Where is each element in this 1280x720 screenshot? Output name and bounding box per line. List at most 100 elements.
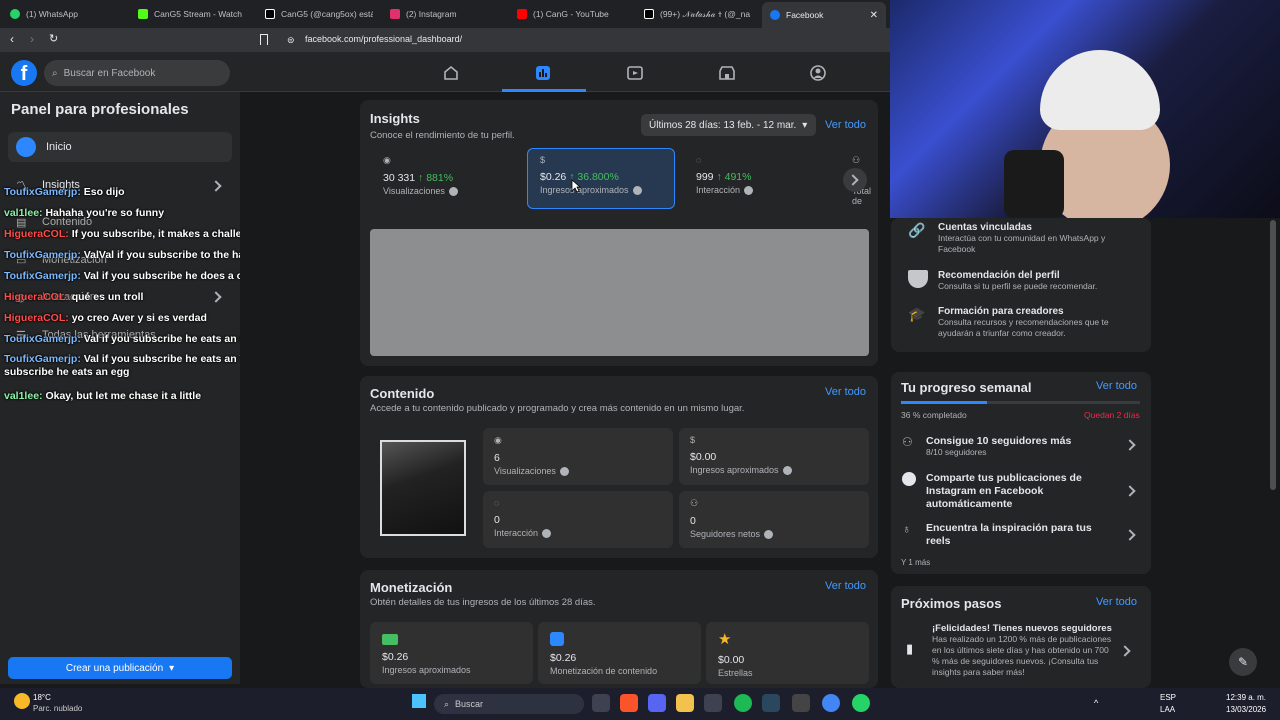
bookmark-icon[interactable] xyxy=(260,34,268,45)
info-icon[interactable] xyxy=(764,530,774,540)
tool-profile-recommendation[interactable]: Recomendación del perfil Consulta si tu p… xyxy=(908,270,1138,292)
info-icon[interactable] xyxy=(448,187,458,197)
create-post-button[interactable]: Crear una publicación ▾ xyxy=(8,657,232,679)
whatsapp-icon[interactable] xyxy=(852,694,870,712)
browser-tab-active[interactable]: Facebook ✕ xyxy=(762,2,886,28)
reload-icon[interactable]: ↻ xyxy=(49,32,58,45)
whatsapp-icon xyxy=(10,9,20,19)
home-icon xyxy=(16,137,36,157)
chrome-icon[interactable] xyxy=(822,694,840,712)
folder-icon[interactable] xyxy=(676,694,694,712)
monetization-tile[interactable]: $0.26 Ingresos aproximados xyxy=(370,622,533,684)
search-input[interactable]: ⌕ Buscar en Facebook xyxy=(44,60,230,86)
browser-tab[interactable]: CanG5 Stream - Watch xyxy=(138,4,243,24)
brave-icon[interactable] xyxy=(620,694,638,712)
task-followers[interactable]: ⚇ Consigue 10 seguidores más 8/10 seguidor… xyxy=(902,435,1071,458)
chat-username: ToufixGamerjp: xyxy=(4,186,81,198)
browser-tab[interactable]: CanG5 (@cang5ox) está LI xyxy=(265,4,373,24)
progress-see-all[interactable]: Ver todo xyxy=(1096,380,1137,392)
facebook-logo[interactable]: f xyxy=(11,60,37,86)
info-icon[interactable] xyxy=(632,186,642,196)
taskbar-search[interactable]: ⌕ Buscar xyxy=(434,694,584,714)
chat-username: ToufixGamerjp: xyxy=(4,270,81,282)
weather-desc: Parc. nublado xyxy=(33,704,83,713)
browser-tab[interactable]: (99+) 𝒩𝒶𝓉𝒶𝓈𝒽𝒶 ✝ (@_na xyxy=(644,4,754,24)
date-range-select[interactable]: Últimos 28 días: 13 feb. - 12 mar. ▾ xyxy=(641,114,816,136)
cash-icon xyxy=(382,634,398,645)
task-view-icon[interactable] xyxy=(592,694,610,712)
chat-username: HigueraCOL: xyxy=(4,291,69,303)
scrollbar[interactable] xyxy=(1270,220,1276,490)
youtube-icon xyxy=(517,9,527,19)
facebook-icon xyxy=(770,10,780,20)
browser-tab[interactable]: (1) WhatsApp xyxy=(10,4,130,24)
chat-text: Eso dijo xyxy=(83,186,125,198)
content-tile[interactable]: ◌ 0 Interacción xyxy=(483,491,673,548)
home-icon[interactable] xyxy=(442,64,460,82)
chat-text: Okay, but let me chase it a little xyxy=(45,390,202,402)
content-tile[interactable]: ◉ 6 Visualizaciones xyxy=(483,428,673,485)
metric-views[interactable]: ◉ 30 331 ↑ 881% Visualizaciones xyxy=(383,155,458,197)
post-thumbnail[interactable] xyxy=(380,440,466,536)
progress-remaining: Quedan 2 días xyxy=(1084,410,1140,420)
caret-down-icon: ▾ xyxy=(802,119,808,131)
chat-icon: ◌ xyxy=(696,155,702,165)
info-icon[interactable] xyxy=(559,467,569,477)
language[interactable]: ESP xyxy=(1160,693,1176,702)
content-tile[interactable]: ⚇ 0 Seguidores netos xyxy=(679,491,869,548)
weather-temp[interactable]: 18°C xyxy=(33,693,51,702)
insights-see-all[interactable]: Ver todo xyxy=(825,119,866,131)
clock-time[interactable]: 12:39 a. m. xyxy=(1226,693,1266,702)
monetization-see-all[interactable]: Ver todo xyxy=(825,580,866,592)
content-see-all[interactable]: Ver todo xyxy=(825,386,866,398)
graduation-cap-icon: 🎓 xyxy=(908,306,926,322)
sidebar-item-inicio[interactable]: Inicio xyxy=(8,132,232,162)
browser-tab[interactable]: (1) CanG - YouTube xyxy=(517,4,627,24)
info-icon[interactable] xyxy=(744,186,754,196)
compose-icon[interactable]: ✎ xyxy=(1229,648,1257,676)
obs-icon[interactable] xyxy=(792,694,810,712)
metric-earnings[interactable]: $ $0.26 ↑ 36.800% Ingresos aproximados xyxy=(540,155,642,196)
progress-completed: 36 % completado xyxy=(901,410,967,420)
video-icon[interactable] xyxy=(626,64,644,82)
content-tile[interactable]: $ $0.00 Ingresos aproximados xyxy=(679,428,869,485)
steam-icon[interactable] xyxy=(762,694,780,712)
tray-chevron-icon[interactable]: ^ xyxy=(1094,698,1098,708)
back-icon[interactable]: ‹ xyxy=(10,32,14,46)
info-icon[interactable] xyxy=(782,466,792,476)
groups-icon[interactable] xyxy=(809,64,827,82)
clock-date: 13/03/2026 xyxy=(1226,705,1267,714)
task-reels-inspiration[interactable]: ♁ Encuentra la inspiración para tus reels xyxy=(902,522,1116,548)
browser-tab[interactable]: (2) Instagram xyxy=(390,4,500,24)
metric-interaction[interactable]: ◌ 999 ↑ 491% Interacción xyxy=(696,155,754,196)
next-steps-see-all[interactable]: Ver todo xyxy=(1096,596,1137,608)
next-step-item[interactable]: ▮ ¡Felicidades! Tienes nuevos seguidores H… xyxy=(906,623,1112,678)
tool-creator-training[interactable]: 🎓 Formación para creadores Consulta recurs… xyxy=(908,306,1138,339)
site-info-icon[interactable]: ⊜ xyxy=(287,35,295,46)
monetization-tile[interactable]: ★ $0.00 Estrellas xyxy=(706,622,869,684)
dashboard-icon[interactable] xyxy=(534,64,552,82)
discord-icon[interactable] xyxy=(648,694,666,712)
monetization-tile[interactable]: $0.26 Monetización de contenido xyxy=(538,622,701,684)
tool-linked-accounts[interactable]: 🔗 Cuentas vinculadas Interactúa con tu com… xyxy=(908,222,1118,255)
info-icon[interactable] xyxy=(542,529,552,539)
marketplace-icon[interactable] xyxy=(718,64,736,82)
next-metric-button[interactable] xyxy=(843,168,867,192)
play-icon xyxy=(550,632,564,646)
people-icon: ⚇ xyxy=(690,498,699,508)
url-field[interactable]: facebook.com/professional_dashboard/ xyxy=(305,34,462,44)
forward-icon[interactable]: › xyxy=(30,32,34,46)
insights-subtitle: Conoce el rendimiento de tu perfil. xyxy=(370,130,515,141)
windows-start-icon[interactable] xyxy=(412,694,426,708)
tiktok-icon xyxy=(265,9,275,19)
people-icon: ⚇ xyxy=(902,435,913,449)
webcam-overlay xyxy=(890,0,1280,218)
chart-placeholder xyxy=(370,229,869,356)
shield-icon xyxy=(908,270,928,288)
content-subtitle: Accede a tu contenido publicado y progra… xyxy=(370,403,745,414)
store-icon[interactable] xyxy=(704,694,722,712)
eye-icon: ◉ xyxy=(494,435,502,445)
close-tab-icon[interactable]: ✕ xyxy=(870,10,878,21)
task-share-instagram[interactable]: Comparte tus publicaciones de Instagram … xyxy=(902,472,1116,511)
spotify-icon[interactable] xyxy=(734,694,752,712)
